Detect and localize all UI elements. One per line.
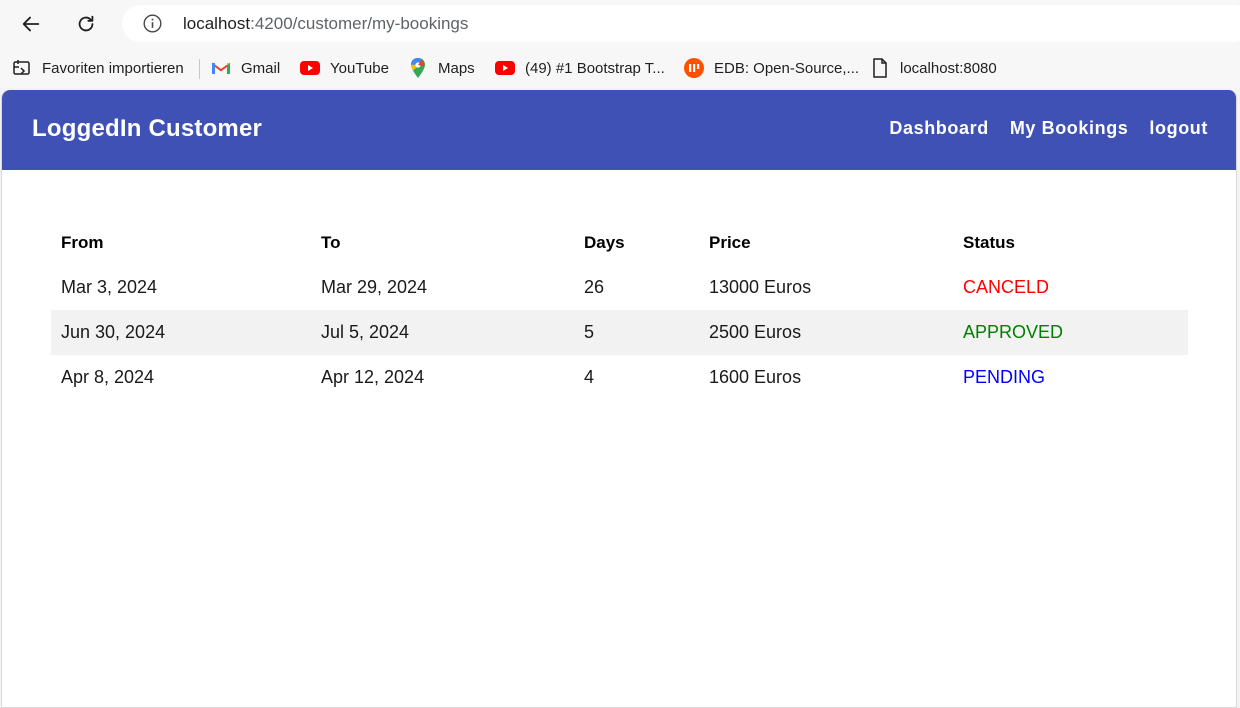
maps-icon bbox=[408, 58, 428, 78]
bookmark-label: localhost:8080 bbox=[900, 59, 997, 77]
bookings-table: From To Days Price Status Mar 3, 2024 Ma… bbox=[51, 220, 1188, 400]
url-bar[interactable]: localhost:4200/customer/my-bookings bbox=[122, 5, 1240, 42]
table-row: Mar 3, 2024 Mar 29, 2024 26 13000 Euros … bbox=[51, 265, 1188, 310]
bookmark-label: (49) #1 Bootstrap T... bbox=[525, 59, 665, 77]
reload-icon bbox=[78, 15, 94, 32]
cell-to: Apr 12, 2024 bbox=[321, 367, 425, 387]
url-text: localhost:4200/customer/my-bookings bbox=[183, 14, 468, 34]
back-button[interactable] bbox=[15, 8, 47, 40]
cell-to: Mar 29, 2024 bbox=[321, 277, 428, 297]
bookmark-bootstrap-video[interactable]: (49) #1 Bootstrap T... bbox=[495, 58, 665, 78]
bookmark-edb[interactable]: EDB: Open-Source,... bbox=[684, 58, 859, 78]
youtube-icon bbox=[495, 58, 515, 78]
table-row: Apr 8, 2024 Apr 12, 2024 4 1600 Euros PE… bbox=[51, 355, 1188, 400]
url-host: localhost bbox=[183, 14, 251, 33]
back-arrow-icon bbox=[22, 16, 40, 32]
reload-button[interactable] bbox=[70, 8, 102, 40]
column-header-from: From bbox=[61, 232, 104, 252]
app-toolbar: LoggedIn Customer Dashboard My Bookings … bbox=[2, 90, 1236, 170]
gmail-icon bbox=[211, 58, 231, 78]
nav-links: Dashboard My Bookings logout bbox=[889, 118, 1208, 139]
bookmark-label: Gmail bbox=[241, 59, 281, 77]
page-icon bbox=[870, 58, 890, 78]
site-info-icon[interactable] bbox=[142, 13, 163, 34]
bookmark-label: EDB: Open-Source,... bbox=[714, 59, 860, 77]
cell-from: Jun 30, 2024 bbox=[51, 310, 311, 355]
column-header-status: Status bbox=[963, 232, 1015, 252]
bookmark-label: Favoriten importieren bbox=[42, 59, 184, 77]
cell-from: Apr 8, 2024 bbox=[61, 367, 155, 387]
bookmark-gmail[interactable]: Gmail bbox=[211, 58, 280, 78]
app-viewport: LoggedIn Customer Dashboard My Bookings … bbox=[1, 90, 1237, 708]
cell-status: CANCELD bbox=[963, 277, 1050, 297]
column-header-to: To bbox=[321, 232, 341, 252]
nav-logout-link[interactable]: logout bbox=[1149, 118, 1208, 139]
cell-price: 1600 Euros bbox=[709, 367, 802, 387]
cell-from: Mar 3, 2024 bbox=[61, 277, 158, 297]
bookmarks-bar: Favoriten importieren Gmail YouTube Maps… bbox=[0, 48, 1240, 88]
edb-icon bbox=[684, 58, 704, 78]
browser-address-bar: localhost:4200/customer/my-bookings bbox=[0, 0, 1240, 48]
cell-price: 13000 Euros bbox=[709, 277, 812, 297]
cell-price: 2500 Euros bbox=[699, 310, 953, 355]
bookmark-youtube[interactable]: YouTube bbox=[300, 58, 389, 78]
cell-days: 26 bbox=[584, 277, 605, 297]
cell-days: 4 bbox=[584, 367, 595, 387]
bookmark-import-favorites[interactable]: Favoriten importieren bbox=[12, 58, 184, 78]
bookmark-maps[interactable]: Maps bbox=[408, 58, 475, 78]
nav-my-bookings-link[interactable]: My Bookings bbox=[1010, 118, 1129, 139]
cell-to: Jul 5, 2024 bbox=[311, 310, 574, 355]
youtube-icon bbox=[300, 58, 320, 78]
column-header-days: Days bbox=[584, 232, 625, 252]
app-brand: LoggedIn Customer bbox=[32, 115, 263, 142]
bookmarks-divider bbox=[199, 59, 200, 79]
cell-days: 5 bbox=[574, 310, 699, 355]
column-header-price: Price bbox=[709, 232, 751, 252]
cell-status: APPROVED bbox=[953, 310, 1188, 355]
import-icon bbox=[12, 58, 32, 78]
table-header-row: From To Days Price Status bbox=[51, 220, 1188, 265]
table-row: Jun 30, 2024 Jul 5, 2024 5 2500 Euros AP… bbox=[51, 310, 1188, 355]
bookmark-localhost-8080[interactable]: localhost:8080 bbox=[870, 58, 997, 78]
nav-dashboard-link[interactable]: Dashboard bbox=[889, 118, 988, 139]
bookmark-label: Maps bbox=[438, 59, 475, 77]
url-path: :4200/customer/my-bookings bbox=[250, 14, 469, 33]
cell-status: PENDING bbox=[963, 367, 1046, 387]
bookmark-label: YouTube bbox=[330, 59, 389, 77]
